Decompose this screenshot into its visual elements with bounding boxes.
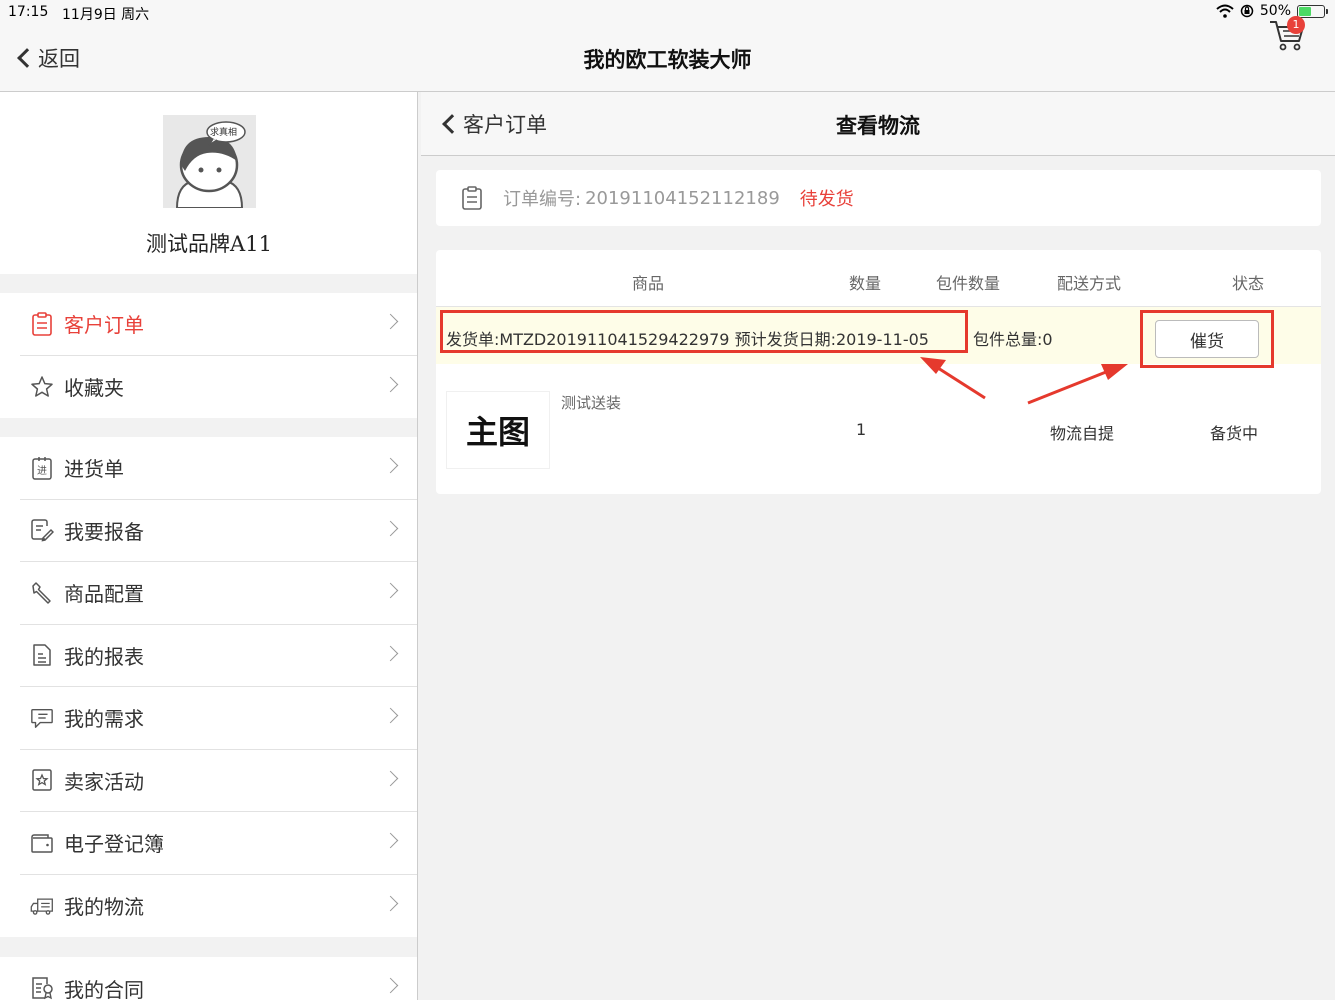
truck-icon xyxy=(30,894,54,918)
chevron-right-icon xyxy=(382,895,399,911)
top-navbar: 返回 我的欧工软装大师 xyxy=(0,26,1335,92)
sidebar-item-label: 我的物流 xyxy=(64,895,144,920)
menu-group-1: 客户订单 收藏夹 xyxy=(0,293,417,419)
sidebar-item-label: 进货单 xyxy=(64,457,124,482)
purchase-order-icon-text: 进 xyxy=(37,465,47,477)
annotation-box-urge-button xyxy=(1140,310,1274,368)
chat-icon xyxy=(30,706,54,730)
chevron-right-icon xyxy=(382,832,399,849)
column-header-status: 状态 xyxy=(1232,274,1265,293)
sidebar-item-report-filing[interactable]: 我要报备 xyxy=(20,500,417,562)
avatar-caption: 求真相 xyxy=(210,128,238,138)
document-icon xyxy=(30,643,54,667)
sidebar-item-label: 商品配置 xyxy=(64,582,144,607)
chevron-right-icon xyxy=(382,707,399,724)
star-icon xyxy=(30,375,54,399)
sidebar-item-seller-activities[interactable]: 卖家活动 xyxy=(20,750,417,812)
wifi-icon xyxy=(1216,4,1234,18)
clipboard-icon xyxy=(462,186,482,210)
sidebar-item-label: 客户订单 xyxy=(64,313,144,338)
product-status: 备货中 xyxy=(1210,424,1259,443)
product-image[interactable]: 主图 xyxy=(446,391,550,469)
avatar[interactable]: 求真相 xyxy=(163,115,256,208)
sidebar-item-my-contracts[interactable]: 我的合同 xyxy=(20,957,417,1000)
chevron-right-icon xyxy=(382,313,399,330)
delivery-method: 物流自提 xyxy=(1050,424,1115,443)
menu-group-3: 我的合同 xyxy=(0,957,417,1000)
sidebar-item-customer-orders[interactable]: 客户订单 xyxy=(20,293,417,356)
column-header-quantity: 数量 xyxy=(849,274,882,293)
chevron-right-icon xyxy=(382,770,399,786)
product-quantity: 1 xyxy=(856,420,867,439)
sidebar-item-label: 电子登记簿 xyxy=(64,832,164,857)
detail-navbar: 客户订单 查看物流 xyxy=(421,92,1335,156)
order-info-card: 订单编号: 20191104152112189 待发货 xyxy=(436,170,1321,226)
chevron-right-icon xyxy=(382,582,399,599)
status-bar: 17:15 11月9日 周六 50% xyxy=(0,0,1335,26)
sidebar-item-my-needs[interactable]: 我的需求 xyxy=(20,687,417,750)
order-number-label: 订单编号: xyxy=(503,189,582,210)
wallet-icon xyxy=(30,831,54,855)
contract-icon xyxy=(30,976,54,1000)
clipboard-icon xyxy=(30,311,54,336)
sidebar-item-my-reports[interactable]: 我的报表 xyxy=(20,625,417,687)
sidebar-item-product-config[interactable]: 商品配置 xyxy=(20,562,417,625)
order-number: 20191104152112189 xyxy=(585,187,780,209)
annotation-box-shipment xyxy=(440,310,968,353)
product-name: 测试送装 xyxy=(561,394,622,412)
status-date: 11月9日 周六 xyxy=(62,7,150,23)
chevron-right-icon xyxy=(382,376,399,392)
sidebar-item-label: 我的合同 xyxy=(64,977,144,1000)
chevron-right-icon xyxy=(382,457,399,474)
sidebar-item-label: 我要报备 xyxy=(64,519,144,544)
sidebar-item-label: 收藏夹 xyxy=(64,376,124,401)
chevron-right-icon xyxy=(382,645,399,661)
chevron-right-icon xyxy=(382,977,399,994)
detail-title: 查看物流 xyxy=(836,114,920,138)
rotation-lock-icon xyxy=(1240,4,1254,18)
main-content: 客户订单 查看物流 订单编号: 20191104152112189 待发货 商品… xyxy=(421,92,1335,1000)
column-header-package-count: 包件数量 xyxy=(936,274,1001,293)
wrench-icon xyxy=(30,581,54,605)
sidebar-item-favorites[interactable]: 收藏夹 xyxy=(20,356,417,419)
status-time: 17:15 xyxy=(8,4,49,20)
sidebar: 求真相 测试品牌A11 客户订单 收藏夹 进 进货单 我要报备 商品配置 我的报… xyxy=(0,92,418,1000)
purchase-order-icon: 进 xyxy=(30,456,54,480)
sidebar-item-label: 我的报表 xyxy=(64,644,144,669)
badge-star-icon xyxy=(30,768,54,792)
menu-group-2: 进 进货单 我要报备 商品配置 我的报表 我的需求 卖家活动 电子登记簿 我的物… xyxy=(0,437,417,938)
sidebar-item-purchase-orders[interactable]: 进 进货单 xyxy=(20,437,417,500)
sidebar-item-label: 我的需求 xyxy=(64,707,144,732)
package-total: 包件总量:0 xyxy=(973,330,1053,349)
sidebar-item-my-logistics[interactable]: 我的物流 xyxy=(20,875,417,938)
report-edit-icon xyxy=(30,518,54,542)
shipment-row: 发货单:MTZD201911041529422979 预计发货日期:2019-1… xyxy=(436,307,1321,368)
page-title: 我的欧工软装大师 xyxy=(583,48,752,72)
sidebar-item-e-register[interactable]: 电子登记簿 xyxy=(20,812,417,875)
cart-badge: 1 xyxy=(1287,16,1305,34)
order-status: 待发货 xyxy=(799,189,854,210)
logistics-table: 商品 数量 包件数量 配送方式 状态 发货单:MTZD2019110415294… xyxy=(436,250,1321,494)
brand-name: 测试品牌A11 xyxy=(146,232,272,256)
column-header-delivery: 配送方式 xyxy=(1057,274,1122,293)
chevron-right-icon xyxy=(382,520,399,536)
profile-card: 求真相 测试品牌A11 xyxy=(0,92,417,274)
sidebar-item-label: 卖家活动 xyxy=(64,769,144,794)
column-header-product: 商品 xyxy=(632,274,665,293)
